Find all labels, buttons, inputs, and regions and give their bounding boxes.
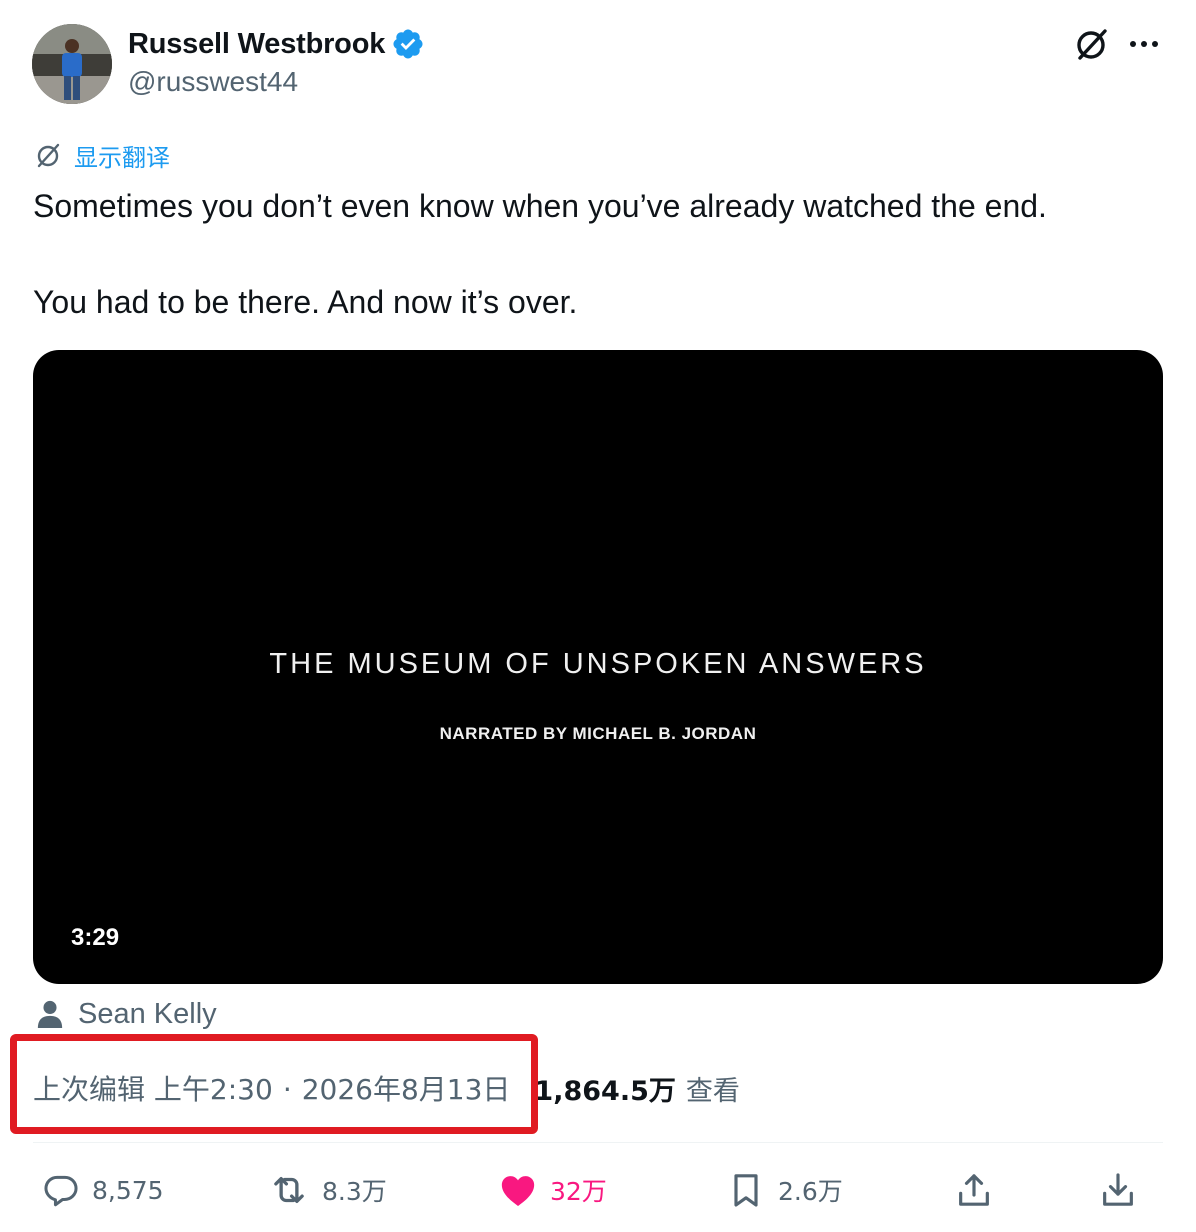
show-translation-link[interactable]: 显示翻译 [34,138,170,172]
verified-badge-icon [391,27,425,61]
repost-count: 8.3万 [322,1177,387,1206]
heart-filled-icon [501,1176,535,1206]
divider [33,1142,1163,1143]
author-name-row[interactable]: Russell Westbrook [128,26,425,62]
media-credit[interactable]: Sean Kelly [36,994,217,1034]
person-icon [37,1000,63,1028]
bookmark-count: 2.6万 [778,1177,843,1206]
bookmark-button[interactable]: 2.6万 [726,1160,843,1220]
share-upload-icon [959,1174,989,1206]
views-label: 查看 [685,1075,740,1107]
tweet-text-line: You had to be there. And now it’s over. [33,284,578,320]
repost-button[interactable]: 8.3万 [268,1160,387,1220]
like-button[interactable]: 32万 [498,1160,607,1220]
red-highlight-annotation [10,1034,538,1134]
tweet-text: Sometimes you don’t even know when you’v… [33,182,1173,326]
video-title-card: THE MUSEUM OF UNSPOKEN ANSWERS [269,648,927,680]
more-options-button[interactable] [1124,24,1164,64]
show-translation-label: 显示翻译 [74,143,170,172]
grok-translate-icon [37,143,60,168]
avatar[interactable] [32,24,112,104]
like-count: 32万 [550,1177,607,1206]
grok-button[interactable] [1072,24,1112,64]
download-button[interactable] [1098,1160,1138,1220]
avatar-image [32,24,112,104]
tweet-text-line: Sometimes you don’t even know when you’v… [33,188,1047,224]
bookmark-icon [734,1174,758,1207]
grok-slash-circle-icon [1077,29,1107,60]
video-player[interactable]: THE MUSEUM OF UNSPOKEN ANSWERS NARRATED … [33,350,1163,984]
share-button[interactable] [954,1160,994,1220]
views-count: 1,864.5万 [534,1075,676,1107]
repost-icon [274,1176,304,1204]
author-display-name[interactable]: Russell Westbrook [128,28,385,61]
more-horizontal-icon [1130,41,1158,47]
video-subtitle-card: NARRATED BY MICHAEL B. JORDAN [439,724,757,743]
reply-bubble-icon [44,1175,78,1207]
reply-count: 8,575 [92,1175,164,1205]
media-credit-name: Sean Kelly [78,997,217,1030]
reply-button[interactable]: 8,575 [42,1160,164,1220]
author-handle[interactable]: @russwest44 [128,66,298,98]
action-bar: 8,575 8.3万 32万 2.6万 [0,1160,1196,1220]
download-icon [1103,1173,1133,1206]
video-duration: 3:29 [71,924,120,951]
